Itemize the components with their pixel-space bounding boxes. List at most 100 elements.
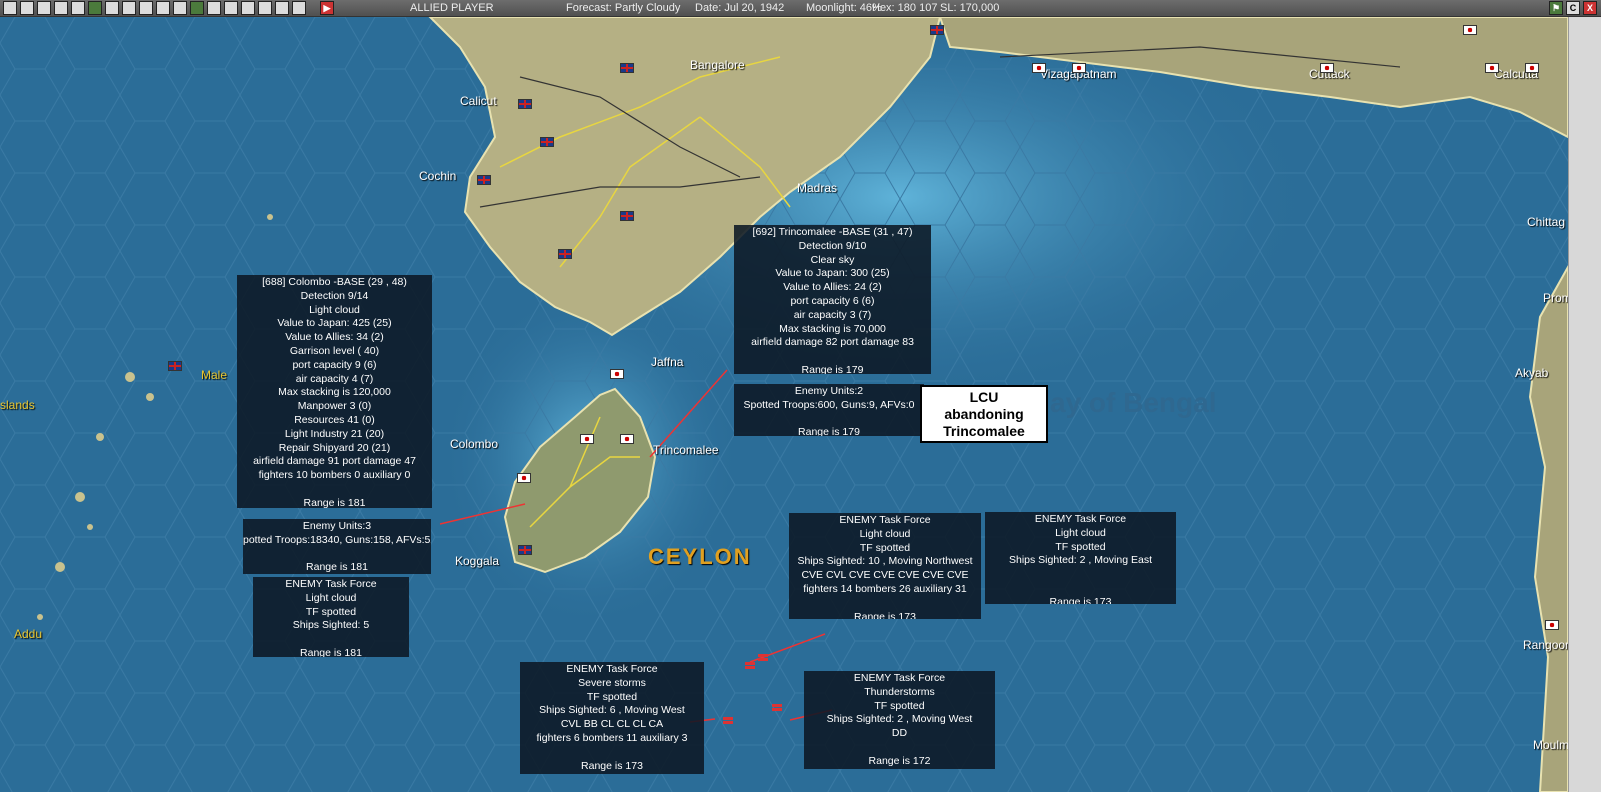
place-islands[interactable]: slands <box>0 398 35 412</box>
place-rangoon[interactable]: Rangoon <box>1523 638 1568 652</box>
base-flag-japan[interactable] <box>1072 63 1086 73</box>
intel-button[interactable] <box>241 1 255 15</box>
ground-button[interactable] <box>156 1 170 15</box>
region-ceylon: CEYLON <box>648 544 752 569</box>
game-map[interactable]: Calicut Bangalore Cochin Madras Vizagapa… <box>0 17 1568 792</box>
flag-button[interactable] <box>139 1 153 15</box>
base-flag-japan[interactable] <box>1320 63 1334 73</box>
air-button[interactable] <box>105 1 119 15</box>
popup-line: Ships Sighted: 6 , Moving West <box>539 704 685 717</box>
base-flag-uk[interactable] <box>518 545 532 555</box>
enemy-task-force-info: ENEMY Task Force Light cloud TF spotted Shi… <box>789 513 981 619</box>
popup-line: TF spotted <box>305 605 357 618</box>
place-addu[interactable]: Addu <box>14 627 42 641</box>
base-flag-uk[interactable] <box>477 175 491 185</box>
popup-line <box>985 582 1176 596</box>
industry-button[interactable] <box>190 1 204 15</box>
popup-line: Value to Allies: 34 (2) <box>285 331 384 344</box>
close-button[interactable]: X <box>1583 1 1597 15</box>
place-bangalore[interactable]: Bangalore <box>690 58 745 72</box>
popup-line: Light cloud <box>859 527 911 540</box>
enemy-ship-icon[interactable] <box>745 662 755 665</box>
base-flag-japan[interactable] <box>610 369 624 379</box>
popup-line: ENEMY Task Force <box>566 663 658 675</box>
place-madras[interactable]: Madras <box>797 181 837 195</box>
popup-line: Resources 41 (0) <box>294 413 375 426</box>
place-colombo[interactable]: Colombo <box>450 437 498 451</box>
place-jaffna[interactable]: Jaffna <box>651 355 683 369</box>
base-flag-uk[interactable] <box>620 211 634 221</box>
popup-line: Ships Sighted: 2 , Moving West <box>826 713 973 726</box>
enemy-ship-icon[interactable] <box>758 654 768 657</box>
player-label: ALLIED PLAYER <box>410 2 494 14</box>
base-flag-uk[interactable] <box>518 99 532 109</box>
popup-line: Range is 181 <box>306 561 368 574</box>
base-flag-japan[interactable] <box>1032 63 1046 73</box>
base-flag-japan[interactable] <box>1463 25 1477 35</box>
enemy-task-force-info: ENEMY Task Force Light cloud TF spotted Shi… <box>253 577 409 657</box>
enemy-ship-icon[interactable] <box>772 704 782 707</box>
base-flag-japan[interactable] <box>1545 620 1559 630</box>
log-button[interactable] <box>275 1 289 15</box>
place-chittagong[interactable]: Chittag <box>1527 215 1565 229</box>
base-flag-uk[interactable] <box>558 249 572 259</box>
popup-line: Ships Sighted: 5 <box>292 619 370 632</box>
popup-line: Detection 9/14 <box>300 289 369 302</box>
popup-line: Repair Shipyard 20 (21) <box>278 441 391 454</box>
popup-line <box>804 741 995 755</box>
side-panel[interactable] <box>1568 17 1601 792</box>
base-flag-uk[interactable] <box>540 137 554 147</box>
place-trincomalee[interactable]: Trincomalee <box>653 443 719 457</box>
popup-line: Value to Japan: 425 (25) <box>277 317 392 330</box>
place-koggala[interactable]: Koggala <box>455 554 499 568</box>
place-male[interactable]: Male <box>201 368 227 382</box>
ops-button[interactable] <box>258 1 272 15</box>
popup-line: ENEMY Task Force <box>853 672 946 684</box>
popup-line <box>789 597 981 611</box>
base-flag-uk[interactable] <box>168 361 182 371</box>
weather-button[interactable] <box>292 1 306 15</box>
popup-line: air capacity 4 (7) <box>295 372 374 385</box>
base-flag-japan[interactable] <box>517 473 531 483</box>
base-flag-japan[interactable] <box>580 434 594 444</box>
base-flag-uk[interactable] <box>620 63 634 73</box>
place-akyab[interactable]: Akyab <box>1515 366 1548 380</box>
popup-line: Spotted Troops:600, Guns:9, AFVs:0 <box>743 398 915 411</box>
date: Date: Jul 20, 1942 <box>695 2 785 14</box>
popup-line: Range is 173 <box>1049 595 1112 604</box>
colombo-enemy-units: Enemy Units:3 potted Troops:18340, Guns:1… <box>243 519 431 574</box>
base-flag-japan[interactable] <box>1525 63 1539 73</box>
popup-line: Range is 181 <box>300 646 362 657</box>
flag-toggle-button[interactable]: ⚑ <box>1549 1 1563 15</box>
c-button[interactable]: C <box>1566 1 1580 15</box>
place-moulmein[interactable]: Moulm <box>1533 738 1568 752</box>
popup-line: airfield damage 82 port damage 83 <box>751 336 914 349</box>
place-prome[interactable]: Prom <box>1543 291 1568 305</box>
trincomalee-base-info: [692] Trincomalee -BASE (31 , 47) Detecti… <box>734 225 931 374</box>
enemy-task-force-info: ENEMY Task Force Thunderstorms TF spotted S… <box>804 671 995 769</box>
popup-line <box>985 568 1176 582</box>
trincomalee-enemy-units: Enemy Units:2 Spotted Troops:600, Guns:9,… <box>734 384 924 436</box>
air2-button[interactable] <box>122 1 136 15</box>
popup-line: fighters 14 bombers 26 auxiliary 31 <box>803 582 967 595</box>
ship-button[interactable] <box>207 1 221 15</box>
end-turn-button[interactable]: ▶ <box>320 1 334 15</box>
leader2-button[interactable] <box>54 1 68 15</box>
place-calicut[interactable]: Calicut <box>460 94 497 108</box>
base-flag-japan[interactable] <box>620 434 634 444</box>
victory-button[interactable] <box>88 1 102 15</box>
popup-line: Range is 172 <box>868 754 931 767</box>
base-flag-uk[interactable] <box>930 25 944 35</box>
ground2-button[interactable] <box>173 1 187 15</box>
enemy-ship-icon[interactable] <box>723 717 733 720</box>
lcu-line: LCU <box>969 389 999 405</box>
info-button[interactable] <box>71 1 85 15</box>
colombo-base-info: [688] Colombo -BASE (29 , 48) Detection 9… <box>237 275 432 508</box>
base-flag-japan[interactable] <box>1485 63 1499 73</box>
summary-button[interactable] <box>3 1 17 15</box>
globe-button[interactable] <box>224 1 238 15</box>
place-cochin[interactable]: Cochin <box>419 169 456 183</box>
leader-button[interactable] <box>37 1 51 15</box>
popup-line: Detection 9/10 <box>798 239 867 252</box>
list-button[interactable] <box>20 1 34 15</box>
